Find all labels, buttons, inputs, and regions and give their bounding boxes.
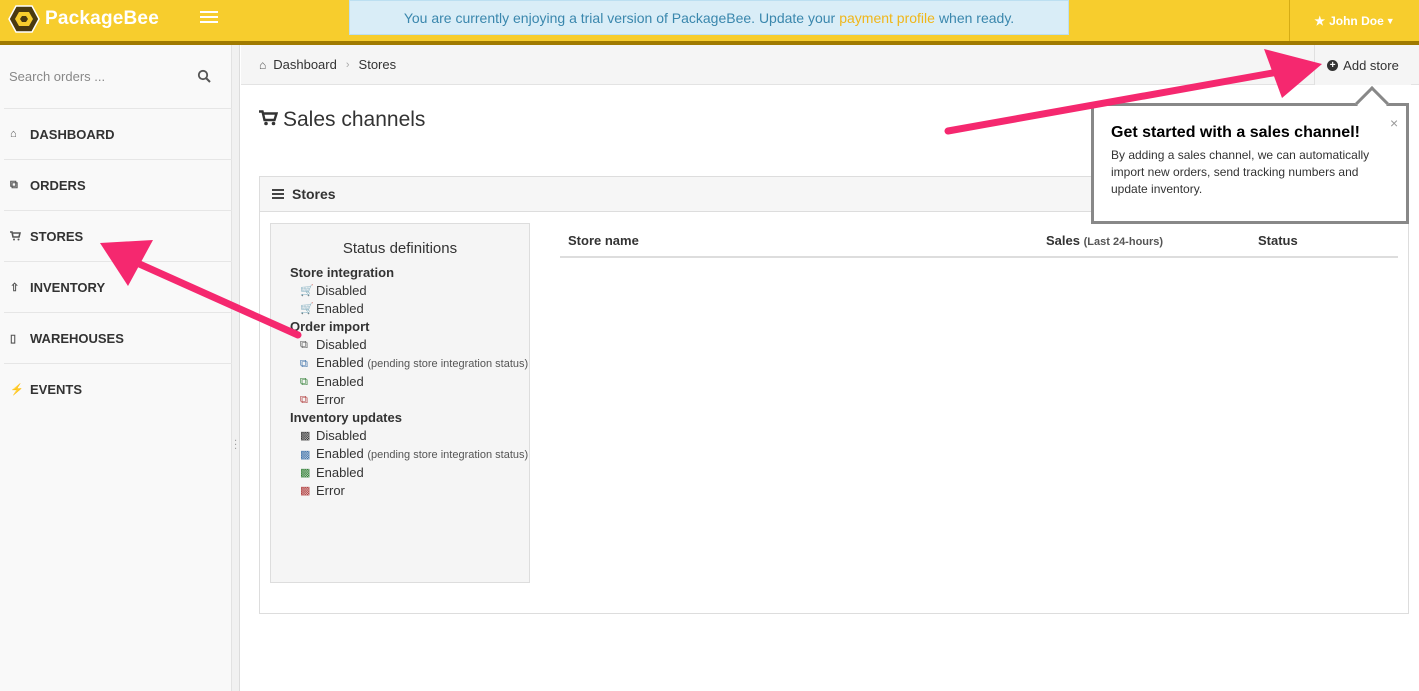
orders-enabled-icon: ⧉ [300, 376, 308, 388]
sidebar-resize-handle[interactable]: · · · [232, 45, 240, 691]
orders-icon: ⧉ [10, 178, 18, 191]
sidebar-item-label: EVENTS [30, 381, 83, 397]
definition-row: ▩ Enabled (pending store integration stat… [290, 445, 529, 464]
definition-row: ▩ Error [300, 483, 345, 498]
search-input[interactable] [4, 57, 220, 95]
popover-title: Get started with a sales channel! [1111, 124, 1360, 141]
page-title-text: Sales channels [283, 108, 426, 131]
lock-error-icon: ▩ [300, 485, 311, 497]
lock-enabled-icon: ▩ [300, 467, 311, 479]
breadcrumb-bar: ⌂ Dashboard › Stores + Add store [241, 45, 1419, 85]
hexagon-logo-icon [8, 5, 40, 33]
sidebar-item-stores[interactable]: STORES [4, 210, 232, 261]
sidebar-nav: ⌂ DASHBOARD ⧉ ORDERS STORES ⇧ INVENTORY … [4, 108, 232, 414]
column-sales[interactable]: Sales (Last 24-hours) [1046, 233, 1163, 248]
plus-circle-icon: + [1327, 59, 1339, 71]
sidebar-item-label: DASHBOARD [30, 126, 115, 142]
cart-disabled-icon: 🛒 [300, 285, 314, 297]
app-logo[interactable]: PackageBee [8, 4, 159, 34]
definition-row: ⧉ Error [300, 392, 345, 407]
table-header: Store name Sales (Last 24-hours) Status [560, 225, 1398, 258]
grip-icon: · · · [234, 436, 238, 455]
pending-note: (pending store integration status) [367, 449, 529, 461]
popover-arrow [1355, 86, 1389, 120]
trial-text-end: when ready. [938, 9, 1015, 26]
breadcrumb-current: Stores [358, 57, 397, 72]
definition-row: ⧉ Enabled [300, 374, 364, 389]
add-store-button[interactable]: + Add store [1314, 45, 1411, 85]
onboarding-popover: × Get started with a sales channel! By a… [1091, 86, 1409, 224]
trial-text: You are currently enjoying a trial versi… [403, 9, 836, 26]
sidebar-item-label: WAREHOUSES [30, 330, 124, 346]
sidebar-item-events[interactable]: ⚡ EVENTS [4, 363, 232, 414]
trial-notice: You are currently enjoying a trial versi… [349, 0, 1069, 35]
lock-disabled-icon: ▩ [300, 430, 311, 442]
cart-icon [259, 109, 279, 131]
column-status[interactable]: Status [1258, 233, 1298, 248]
sidebar-item-label: INVENTORY [30, 279, 106, 295]
home-icon: ⌂ [10, 128, 17, 140]
popover-body: By adding a sales channel, we can automa… [1111, 148, 1370, 196]
store-integration-heading: Store integration [290, 265, 395, 280]
list-icon [272, 187, 284, 201]
bolt-icon: ⚡ [10, 383, 24, 396]
sidebar-item-inventory[interactable]: ⇧ INVENTORY [4, 261, 232, 312]
sidebar-item-dashboard[interactable]: ⌂ DASHBOARD [4, 108, 232, 159]
user-icon: ★ [1314, 13, 1326, 28]
definition-row: ▩ Disabled [300, 428, 367, 443]
sidebar-item-label: ORDERS [30, 177, 86, 193]
sidebar: ⌂ DASHBOARD ⧉ ORDERS STORES ⇧ INVENTORY … [0, 45, 232, 691]
breadcrumb: ⌂ Dashboard › Stores [259, 57, 396, 72]
stores-panel: Stores Status definitions Store integrat… [259, 176, 1409, 614]
menu-toggle-icon[interactable] [200, 8, 218, 26]
sidebar-item-label: STORES [30, 228, 84, 244]
close-icon[interactable]: × [1390, 115, 1398, 131]
home-icon: ⌂ [259, 57, 267, 72]
sidebar-item-orders[interactable]: ⧉ ORDERS [4, 159, 232, 210]
chevron-right-icon: › [345, 58, 350, 71]
top-bar: PackageBee You are currently enjoying a … [0, 0, 1419, 45]
order-import-heading: Order import [290, 319, 370, 334]
search-icon[interactable] [197, 69, 211, 83]
payment-profile-link[interactable]: payment profile [839, 10, 935, 26]
status-definitions: Status definitions Store integration 🛒 D… [270, 223, 530, 583]
sidebar-item-warehouses[interactable]: ▯ WAREHOUSES [4, 312, 232, 363]
column-store-name[interactable]: Store name [568, 233, 639, 248]
definition-row: 🛒 Disabled [300, 283, 367, 298]
definition-row: ⧉ Disabled [300, 337, 367, 352]
page-title: Sales channels [259, 108, 425, 132]
panel-title: Stores [292, 186, 336, 202]
cart-enabled-icon: 🛒 [300, 303, 314, 315]
definition-row: ⧉ Enabled (pending store integration stat… [290, 354, 529, 373]
user-name: John Doe [1329, 13, 1384, 28]
search-box [0, 57, 232, 97]
inventory-updates-heading: Inventory updates [290, 410, 402, 425]
definitions-title: Status definitions [342, 240, 458, 257]
chevron-down-icon: ▼ [1385, 15, 1395, 26]
upload-icon: ⇧ [10, 281, 20, 294]
pending-note: (pending store integration status) [367, 358, 529, 370]
definition-row: ▩ Enabled [300, 465, 364, 480]
definition-row: 🛒 Enabled [300, 301, 364, 316]
user-menu[interactable]: ★ John Doe ▼ [1289, 0, 1419, 41]
breadcrumb-dashboard-link[interactable]: Dashboard [273, 57, 337, 72]
orders-error-icon: ⧉ [300, 394, 308, 406]
orders-pending-icon: ⧉ [300, 358, 308, 370]
add-store-label: Add store [1343, 57, 1399, 73]
orders-disabled-icon: ⧉ [300, 339, 308, 351]
warehouse-icon: ▯ [10, 332, 17, 345]
cart-icon [10, 231, 30, 241]
app-name: PackageBee [45, 8, 159, 29]
stores-table: Store name Sales (Last 24-hours) Status [560, 225, 1398, 258]
lock-pending-icon: ▩ [300, 449, 311, 461]
